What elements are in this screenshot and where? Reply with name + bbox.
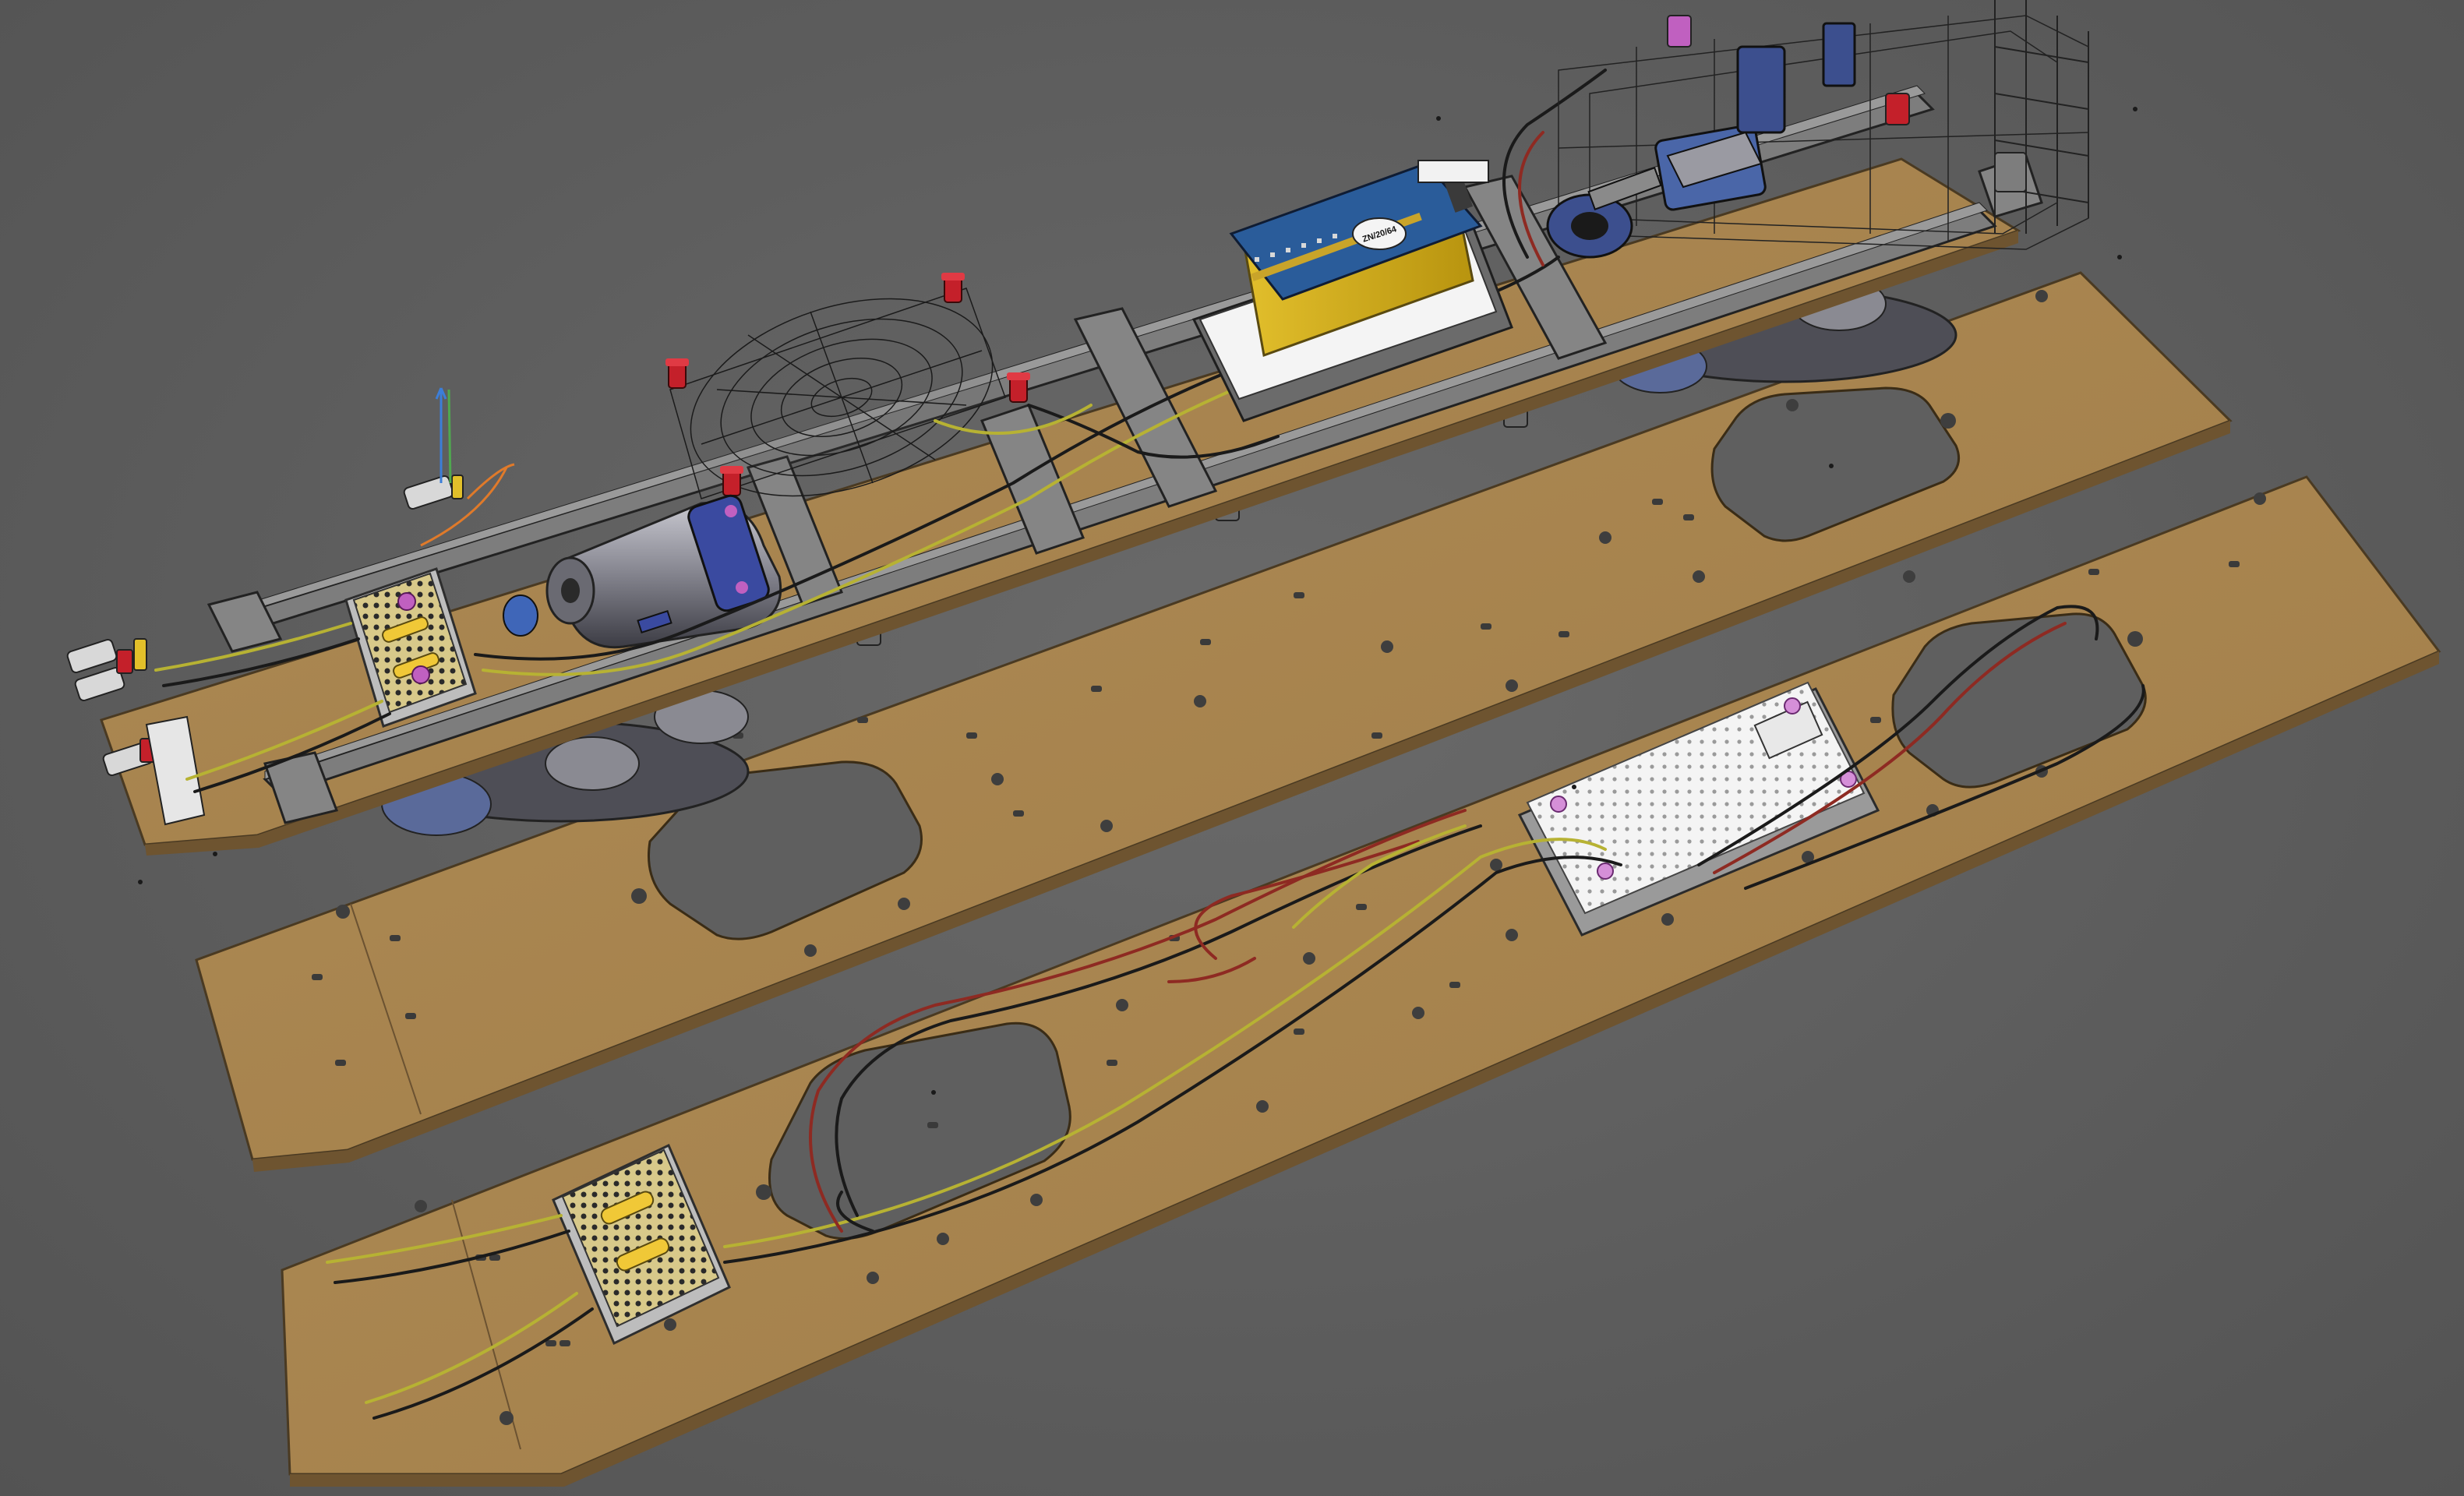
cad-viewport[interactable]: ZN/20/64 [0,0,2464,1496]
flywheel-blue [503,595,538,637]
axis-gizmo-icon[interactable] [420,387,515,547]
cad-scene[interactable]: ZN/20/64 [0,0,2464,1496]
